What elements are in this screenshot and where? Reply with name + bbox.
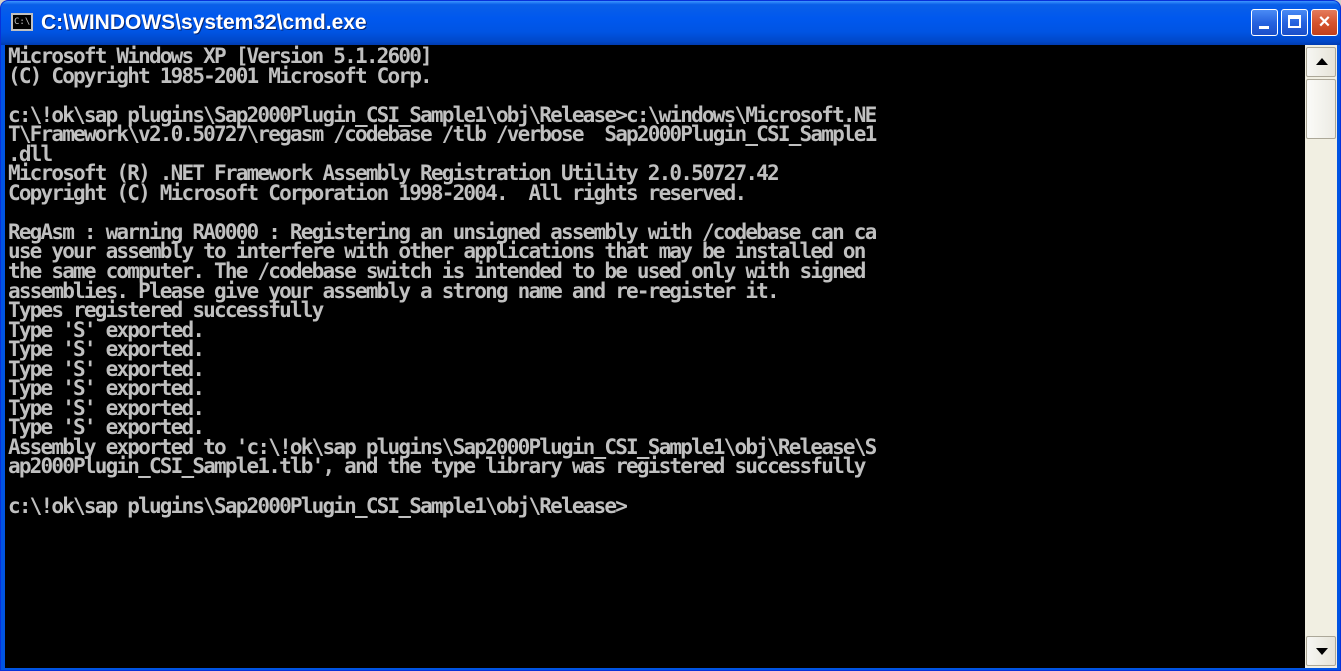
console-output-area[interactable]: Microsoft Windows XP [Version 5.1.2600] … xyxy=(5,45,1305,668)
minimize-icon xyxy=(1259,26,1269,29)
close-icon: × xyxy=(1318,11,1331,33)
maximize-button[interactable] xyxy=(1281,9,1308,36)
close-button[interactable]: × xyxy=(1311,9,1338,36)
scroll-down-arrow-icon xyxy=(1316,648,1328,655)
cmd-app-icon[interactable]: C:\ xyxy=(11,13,33,31)
console-text: Microsoft Windows XP [Version 5.1.2600] … xyxy=(8,45,877,518)
maximize-icon xyxy=(1288,15,1301,28)
cmd-window: C:\ C:\WINDOWS\system32\cmd.exe × Micros… xyxy=(0,0,1341,671)
vertical-scrollbar[interactable] xyxy=(1305,45,1337,668)
scroll-down-button[interactable] xyxy=(1306,636,1336,666)
title-bar[interactable]: C:\ C:\WINDOWS\system32\cmd.exe × xyxy=(1,1,1340,45)
scroll-up-arrow-icon xyxy=(1316,58,1328,65)
scroll-thumb[interactable] xyxy=(1306,79,1336,139)
window-title: C:\WINDOWS\system32\cmd.exe xyxy=(41,11,367,34)
minimize-button[interactable] xyxy=(1251,9,1278,36)
scroll-up-button[interactable] xyxy=(1306,47,1336,77)
